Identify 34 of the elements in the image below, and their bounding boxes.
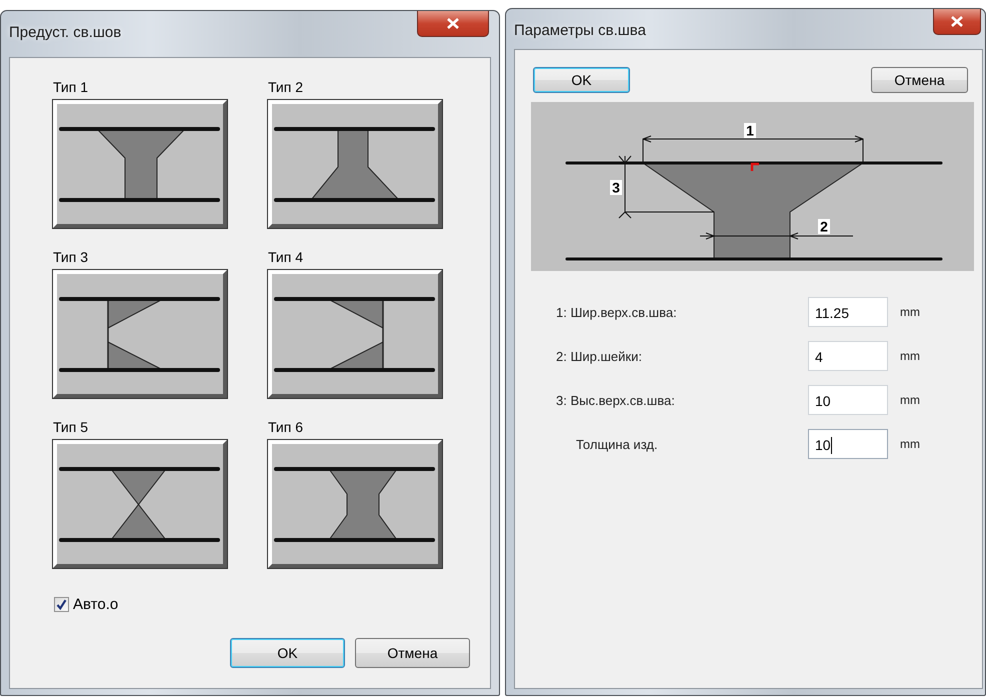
weld-type-label: Тип 5 <box>53 418 88 436</box>
field-label: Толщина изд. <box>575 436 658 452</box>
dialog-button[interactable]: Отмена <box>871 67 968 93</box>
field-label: 1: Шир.верх.св.шва: <box>556 304 677 320</box>
dimension-label: 2 <box>818 218 830 234</box>
weld-type-label: Тип 4 <box>268 248 304 266</box>
dialog-button[interactable]: OK <box>533 67 630 93</box>
input-field[interactable]: 11.25 <box>808 297 888 327</box>
weld-type-label: Тип 3 <box>53 248 88 266</box>
input-field[interactable]: 4 <box>808 341 888 371</box>
weld-type-label: Тип 1 <box>53 78 88 96</box>
dimension-label: 1 <box>744 122 756 138</box>
unit-label: mm <box>900 349 921 363</box>
dialog-button[interactable]: OK <box>230 638 345 668</box>
dialog-button[interactable]: Отмена <box>355 638 470 668</box>
unit-label: mm <box>900 393 921 407</box>
dimension-label: 3 <box>610 180 622 196</box>
close-icon <box>447 18 459 29</box>
unit-label: mm <box>900 437 921 451</box>
weld-type-label: Тип 2 <box>268 78 304 96</box>
window-title: Параметры св.шва <box>514 22 646 39</box>
input-field[interactable]: 10 <box>808 429 888 459</box>
close-icon <box>951 16 963 27</box>
check-icon <box>56 599 67 610</box>
checkbox[interactable] <box>54 597 69 612</box>
unit-label: mm <box>900 305 921 319</box>
close-button[interactable] <box>933 9 981 35</box>
input-field[interactable]: 10 <box>808 385 888 415</box>
weld-type-label: Тип 6 <box>268 418 304 436</box>
window-title: Предуст. св.шов <box>9 24 122 41</box>
field-label: 3: Выс.верх.св.шва: <box>556 392 675 408</box>
close-button[interactable] <box>417 11 489 37</box>
field-label: 2: Шир.шейки: <box>556 348 642 364</box>
checkbox-label: Авто.о <box>73 596 118 613</box>
